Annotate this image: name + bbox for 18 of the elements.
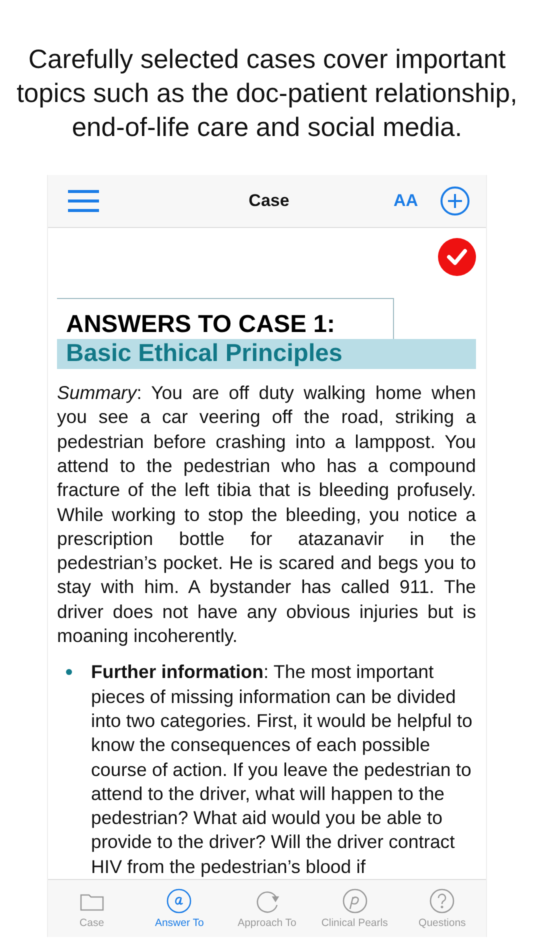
nav-title: Case: [248, 191, 290, 211]
tab[interactable]: Answer To: [136, 880, 224, 937]
caption: Carefully selected cases cover important topics such as the doc-patient relationship, end-of-life care and social media.: [16, 43, 518, 144]
tab[interactable]: Questions: [398, 880, 486, 937]
menu-icon[interactable]: [68, 190, 99, 212]
bullet-text: Further information: The most important pieces of missing information can be divided into two categories. First, it would be helpful to know the consequences of each possible course of action. If you leave the pedestrian to attend to the driver, what will happen to the pedestrian? What aid would you be able to provide to the driver? Will the driver contract HIV from the pedestrian’s blood if: [91, 660, 474, 879]
case-subtitle: Basic Ethical Principles: [57, 339, 476, 370]
bullet-icon: [66, 669, 72, 676]
question-icon: [429, 888, 456, 914]
font-size-button[interactable]: AA: [393, 191, 418, 211]
summary-paragraph: Summary: You are off duty walking home when you see a car veering off the road, striking a pedestrian before crashing into a lamppost. You attend to the pedestrian who has a compound fracture of the left tibia that is bleeding profusely. While working to stop the bleeding, you notice a prescription bottle for atazanavir in the pedestrian’s pocket. He is scared and begs you to stay with him. A bystander has called 911. The driver does not have any obvious injuries but is moaning incoherently.: [57, 381, 476, 648]
case-heading: ANSWERS TO CASE 1:: [66, 311, 336, 339]
at-sign-icon: [166, 888, 192, 914]
tab[interactable]: Approach To: [223, 880, 311, 937]
tab[interactable]: Case: [48, 880, 136, 937]
tab[interactable]: Clinical Pearls: [310, 880, 398, 937]
pearl-icon: [342, 888, 368, 914]
add-icon[interactable]: [440, 186, 470, 216]
